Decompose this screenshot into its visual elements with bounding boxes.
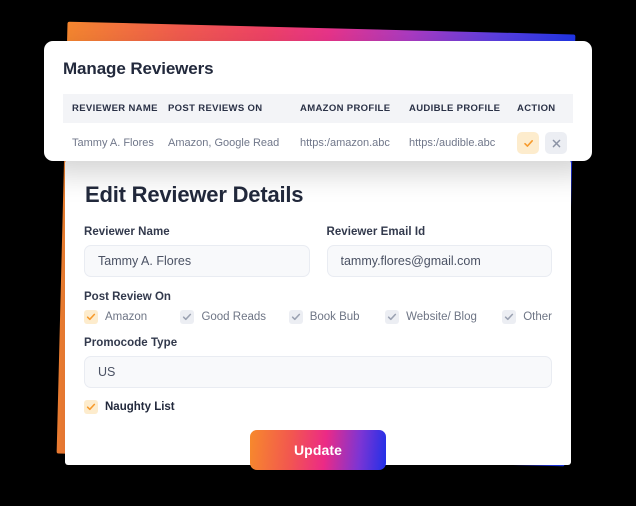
checkbox-amazon[interactable]: Amazon [84,310,180,324]
checkbox-other[interactable]: Other [502,310,552,324]
post-review-on-checkbox-row: Amazon Good Reads Book Bub Website/ Blog… [84,310,552,324]
reviewers-table-header: REVIEWER NAME POST REVIEWS ON AMAZON PRO… [63,94,573,123]
checkmark-icon[interactable] [288,310,303,324]
edit-reviewer-panel: Edit Reviewer Details Reviewer Name Revi… [65,160,571,470]
checkmark-icon[interactable] [385,310,400,324]
table-row[interactable]: Tammy A. Flores Amazon, Google Read http… [63,123,573,163]
reviewer-name-field-group: Reviewer Name [84,226,310,277]
reviewer-name-label: Reviewer Name [84,226,170,238]
post-review-on-label: Post Review On [84,291,171,303]
checkmark-icon[interactable] [180,310,195,324]
reviewers-table-body: Tammy A. Flores Amazon, Google Read http… [63,123,573,163]
checkbox-book-bub[interactable]: Book Bub [288,310,385,324]
approve-reviewer-button[interactable] [517,132,539,154]
promocode-type-input[interactable] [84,356,552,388]
update-button[interactable]: Update [250,430,386,470]
remove-reviewer-button[interactable] [545,132,567,154]
column-header-reviewer-name: REVIEWER NAME [72,103,158,114]
manage-panel-title: Manage Reviewers [63,59,214,78]
submit-button-row: Update [84,430,552,470]
checkbox-good-reads[interactable]: Good Reads [180,310,288,324]
cell-amazon-profile: https:/amazon.abc [300,137,390,149]
checkmark-icon[interactable] [84,310,98,324]
cell-audible-profile: https:/audible.abc [409,137,496,149]
checkmark-icon[interactable] [84,400,98,414]
checkbox-naughty-list-label: Naughty List [105,401,175,413]
reviewer-email-label: Reviewer Email Id [326,226,426,238]
reviewers-table: REVIEWER NAME POST REVIEWS ON AMAZON PRO… [63,94,573,163]
close-icon [552,139,560,147]
checkbox-good-reads-label: Good Reads [201,311,267,323]
checkmark-icon[interactable] [502,310,517,324]
post-review-on-group: Post Review On Amazon Good Reads Book Bu… [84,291,552,324]
screenshot-canvas: Edit Reviewer Details Reviewer Name Revi… [0,0,636,506]
promocode-type-field-group: Promocode Type [84,337,552,388]
reviewer-email-field-group: Reviewer Email Id [326,226,552,277]
checkbox-website-blog-label: Website/ Blog [406,311,477,323]
column-header-audible-profile: AUDIBLE PROFILE [409,103,501,114]
table-header-row: REVIEWER NAME POST REVIEWS ON AMAZON PRO… [63,94,573,123]
column-header-action: ACTION [517,103,556,114]
column-header-post-reviews-on: POST REVIEWS ON [168,103,263,114]
cell-reviewer-name: Tammy A. Flores [72,137,154,149]
checkbox-website-blog[interactable]: Website/ Blog [385,310,502,324]
checkbox-amazon-label: Amazon [105,311,148,323]
reviewer-name-input[interactable] [84,245,310,277]
checkbox-book-bub-label: Book Bub [309,311,360,323]
cell-post-reviews-on: Amazon, Google Read [168,137,280,149]
checkbox-other-label: Other [523,311,552,323]
check-icon [523,139,533,147]
column-header-amazon-profile: AMAZON PROFILE [300,103,391,114]
manage-reviewers-panel: Manage Reviewers REVIEWER NAME POST REVI… [44,41,592,161]
action-button-group [517,132,573,154]
name-email-field-row: Reviewer Name Reviewer Email Id [84,226,552,277]
checkbox-naughty-list[interactable]: Naughty List [84,400,552,414]
promocode-type-label: Promocode Type [84,337,178,349]
edit-panel-title: Edit Reviewer Details [85,182,304,207]
cell-actions [517,123,573,163]
reviewer-email-input[interactable] [326,245,552,277]
